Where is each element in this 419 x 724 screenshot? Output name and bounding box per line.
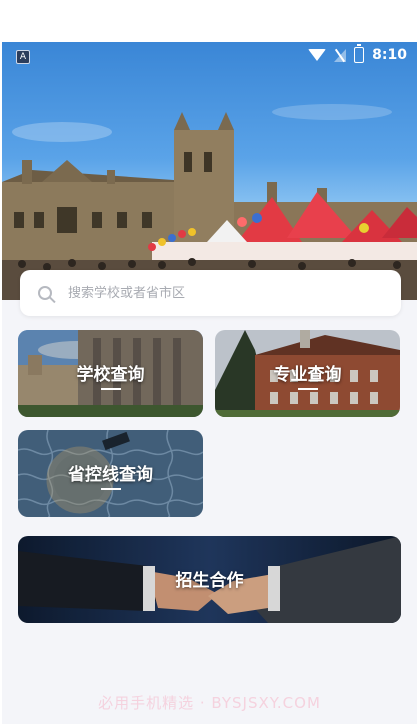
major-query-card[interactable]: 专业查询	[215, 330, 400, 417]
app-screen: A 8:10 学校查询	[2, 42, 417, 724]
major-query-underline	[297, 388, 318, 390]
hero-banner-image	[2, 42, 417, 300]
school-query-card[interactable]: 学校查询	[18, 330, 203, 417]
school-query-label: 学校查询	[76, 365, 145, 385]
score-line-query-underline	[100, 488, 121, 490]
enrollment-cooperation-card[interactable]: 招生合作	[18, 536, 401, 623]
major-query-label: 专业查询	[273, 365, 342, 385]
score-line-query-card[interactable]: 省控线查询	[18, 430, 203, 517]
search-input[interactable]	[66, 284, 370, 302]
wifi-icon	[308, 49, 327, 61]
enrollment-cooperation-label: 招生合作	[175, 571, 244, 591]
battery-icon	[354, 44, 365, 63]
search-bar[interactable]	[20, 270, 401, 316]
status-bar: A 8:10	[2, 42, 417, 70]
school-query-underline	[100, 388, 121, 390]
search-icon	[38, 286, 52, 300]
status-time: 8:10	[372, 47, 407, 63]
watermark-text: 必用手机精选 · BYSJSXY.COM	[98, 694, 321, 712]
notification-icon: A	[16, 50, 30, 64]
score-line-query-label: 省控线查询	[68, 465, 153, 485]
no-signal-icon	[334, 48, 347, 62]
